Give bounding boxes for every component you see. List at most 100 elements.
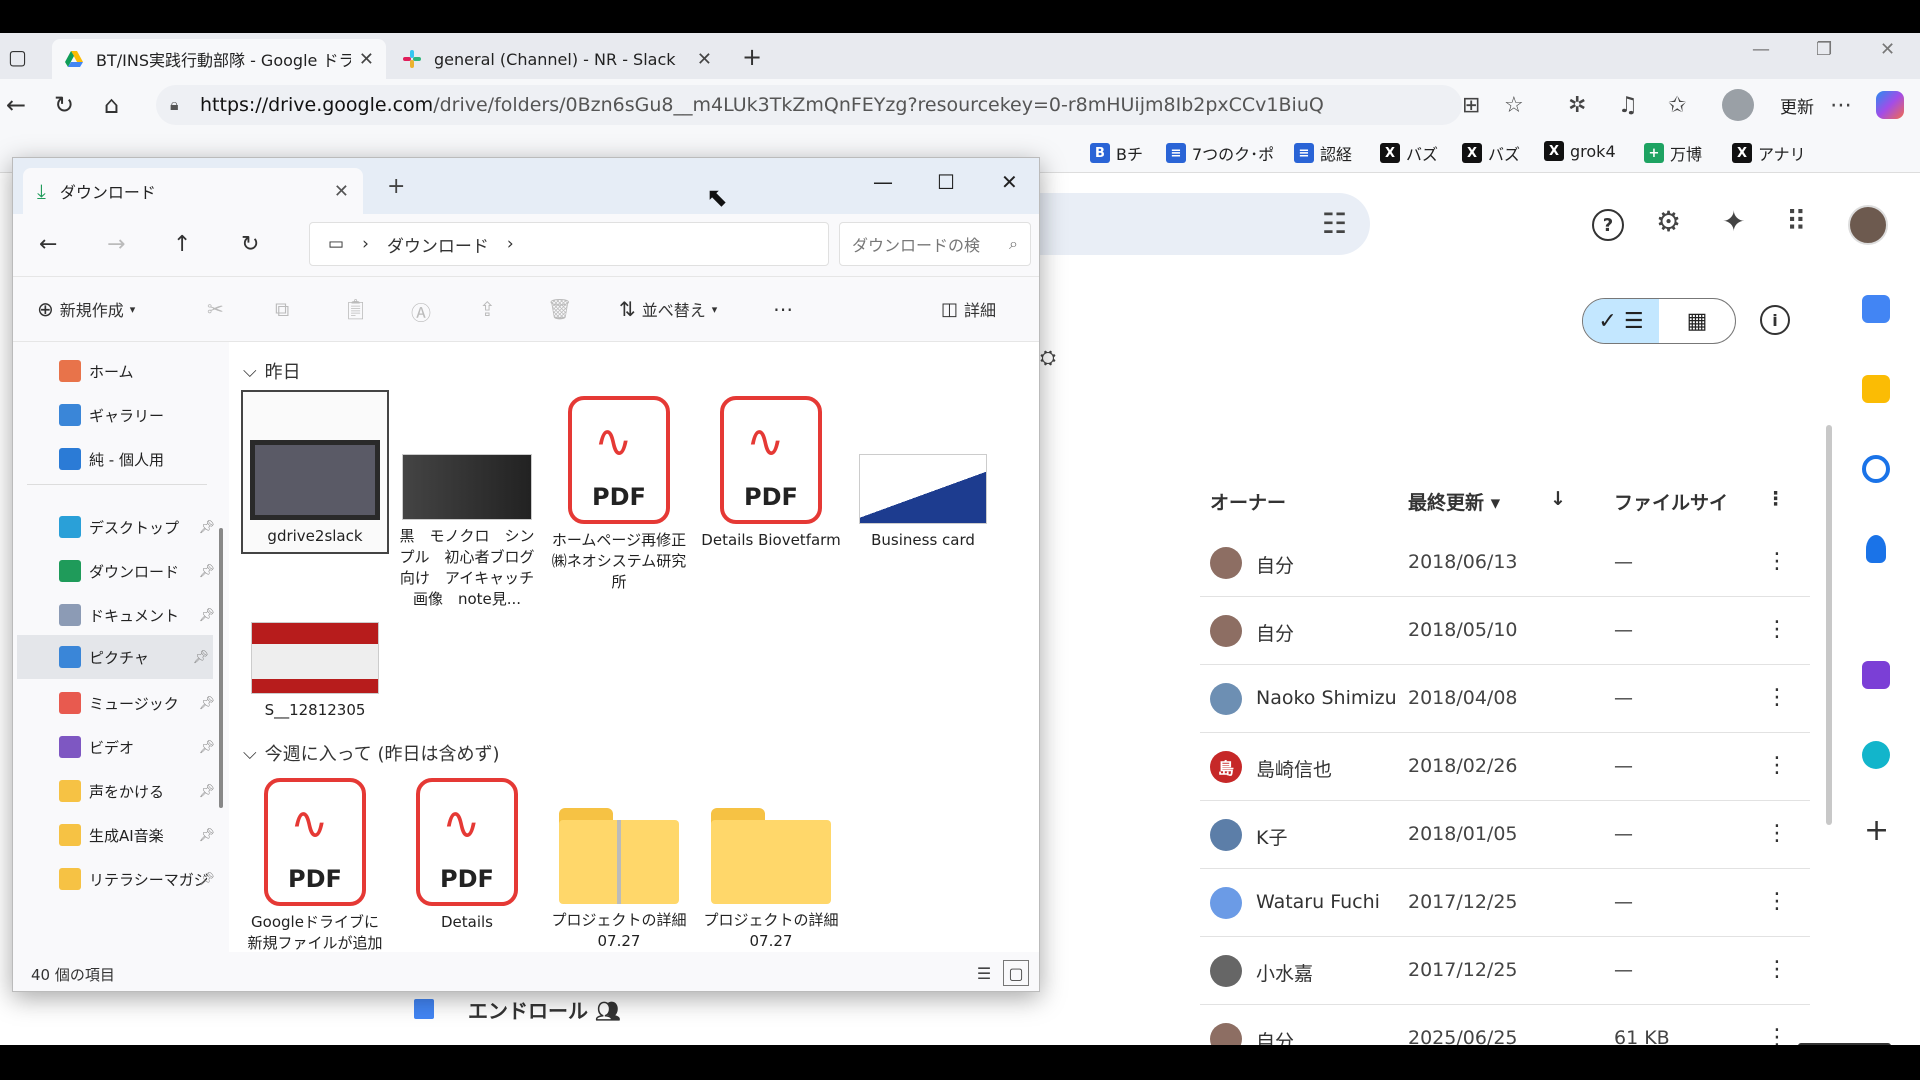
settings-gear-icon[interactable]: ⚙	[1656, 205, 1681, 238]
bookmark-item[interactable]: X バズ	[1462, 141, 1520, 165]
column-options-icon[interactable]: ⋮	[1766, 488, 1785, 510]
favorite-star-icon[interactable]: ☆	[1504, 93, 1524, 118]
nav-item[interactable]: 声をかける 📌︎	[59, 776, 219, 806]
breadcrumb[interactable]: ▭ › ダウンロード ›	[309, 222, 829, 266]
paste-icon[interactable]: 📋︎	[343, 297, 368, 321]
canva-icon[interactable]	[1862, 741, 1890, 769]
info-icon[interactable]: i	[1760, 305, 1790, 335]
tasks-icon[interactable]	[1862, 455, 1890, 483]
table-row[interactable]: K子 2018/01/05 — ⋮	[1200, 801, 1810, 869]
file-item[interactable]: Business card	[849, 454, 997, 551]
nav-item[interactable]: 生成AI音楽 📌︎	[59, 820, 219, 850]
sort-button[interactable]: ⇅ 並べ替え ▾	[619, 297, 717, 321]
explorer-tab-downloads[interactable]: ⤓ ダウンロード ✕	[23, 168, 363, 214]
search-options-icon[interactable]: ☷	[1322, 207, 1347, 240]
gemini-sparkle-icon[interactable]: ✦	[1722, 205, 1745, 238]
sidebar-toggle-icon[interactable]: ▢	[8, 45, 27, 69]
file-item[interactable]: S__12812305	[241, 622, 389, 721]
add-addon-icon[interactable]: +	[1864, 813, 1889, 848]
table-row[interactable]: 自分 2018/05/10 — ⋮	[1200, 597, 1810, 665]
update-button[interactable]: 更新	[1780, 93, 1814, 118]
file-item[interactable]: プロジェクトの詳細 07.27	[697, 808, 845, 952]
minimize-icon[interactable]: —	[1752, 39, 1770, 60]
row-more-icon[interactable]: ⋮	[1766, 549, 1788, 574]
drive-scrollbar[interactable]	[1826, 425, 1832, 825]
nav-item[interactable]: ビデオ 📌︎	[59, 732, 219, 762]
details-view-icon[interactable]: ☰	[971, 960, 997, 986]
more-menu-icon[interactable]: ⋯	[1830, 93, 1852, 118]
drive-search-bar[interactable]	[1040, 193, 1370, 255]
bookmark-item[interactable]: X バズ	[1380, 141, 1438, 165]
group-header-this-week[interactable]: ⌵ 今週に入って (昨日は含めず)	[243, 740, 500, 766]
url-input[interactable]: 🔒︎ https://drive.google.com/drive/folder…	[156, 85, 1462, 125]
bookmark-item[interactable]: Xgrok4	[1544, 141, 1616, 161]
maximize-icon[interactable]: ☐	[937, 170, 955, 194]
breadcrumb-item[interactable]: ダウンロード	[387, 232, 489, 257]
table-row[interactable]: 小水嘉 2017/12/25 — ⋮	[1200, 937, 1810, 1005]
profile-avatar[interactable]	[1722, 89, 1754, 121]
keep-icon[interactable]	[1862, 375, 1890, 403]
group-header-yesterday[interactable]: ⌵ 昨日	[243, 358, 301, 384]
nav-item[interactable]: ホーム	[59, 356, 219, 386]
chatgpt-icon[interactable]	[1862, 661, 1890, 689]
close-tab-icon[interactable]: ✕	[359, 49, 374, 70]
row-more-icon[interactable]: ⋮	[1766, 753, 1788, 778]
search-input[interactable]: ダウンロードの検 ⌕	[839, 222, 1031, 266]
calendar-icon[interactable]	[1862, 295, 1890, 323]
file-item[interactable]: 黒 モノクロ シンプル 初心者ブログ向け アイキャッチ画像 note見...	[393, 454, 541, 610]
share-icon[interactable]: ⇪	[479, 297, 496, 321]
help-icon[interactable]: ?	[1592, 209, 1624, 241]
row-more-icon[interactable]: ⋮	[1766, 821, 1788, 846]
nav-scrollbar[interactable]	[219, 528, 223, 808]
content-scrollbar[interactable]	[1039, 528, 1040, 668]
close-window-icon[interactable]: ✕	[1880, 39, 1895, 60]
bookmark-item[interactable]: X アナリ	[1732, 141, 1806, 165]
tab-google-drive[interactable]: BT/INS実践行動部隊 - Google ドラ ✕	[52, 39, 386, 79]
reload-icon[interactable]: ↻	[54, 91, 74, 119]
grid-view-button[interactable]: ▦	[1659, 299, 1735, 343]
table-row[interactable]: Wataru Fuchi 2017/12/25 — ⋮	[1200, 869, 1810, 937]
close-window-icon[interactable]: ✕	[1001, 170, 1018, 194]
share-people-icon[interactable]: ⛭	[1040, 345, 1056, 369]
account-avatar[interactable]	[1848, 205, 1888, 245]
new-tab-icon[interactable]: +	[387, 174, 405, 199]
nav-item[interactable]: ギャラリー	[59, 400, 219, 430]
file-item[interactable]: gdrive2slack	[241, 390, 389, 554]
table-row[interactable]: 自分 2018/06/13 — ⋮	[1200, 529, 1810, 597]
file-item[interactable]: プロジェクトの詳細 07.27	[545, 808, 693, 952]
column-header-modified[interactable]: 最終更新 ▾	[1408, 488, 1500, 515]
refresh-icon[interactable]: ↻	[241, 232, 259, 257]
minimize-icon[interactable]: —	[873, 170, 893, 194]
favorites-icon[interactable]: ✩	[1668, 93, 1686, 118]
column-header-size[interactable]: ファイルサイ	[1614, 488, 1728, 515]
nav-item[interactable]: 純 - 個人用	[59, 444, 219, 474]
apps-grid-icon[interactable]: ⠿	[1786, 205, 1807, 238]
table-row[interactable]: 島島崎信也 2018/02/26 — ⋮	[1200, 733, 1810, 801]
up-icon[interactable]: ↑	[173, 232, 191, 257]
copy-icon[interactable]: ⧉	[275, 297, 289, 321]
details-button[interactable]: ◫ 詳細	[941, 297, 996, 321]
bookmark-item[interactable]: + 万博	[1644, 141, 1702, 165]
back-icon[interactable]: ←	[39, 232, 57, 257]
row-more-icon[interactable]: ⋮	[1766, 957, 1788, 982]
back-icon[interactable]: ←	[6, 91, 26, 119]
close-tab-icon[interactable]: ✕	[697, 49, 712, 70]
restore-icon[interactable]: ❐	[1816, 39, 1832, 60]
home-icon[interactable]: ⌂	[104, 91, 119, 119]
file-item[interactable]: ∿ PDF Googleドライブに新規ファイルが追加	[241, 778, 389, 954]
more-options-icon[interactable]: ⋯	[773, 297, 793, 321]
file-item[interactable]: ∿ PDF Details	[393, 778, 541, 933]
table-row[interactable]: 自分 2025/06/25 61 KB ⋮	[1200, 1005, 1810, 1045]
nav-item[interactable]: ダウンロード 📌︎	[59, 556, 219, 586]
list-view-button[interactable]: ✓ ☰	[1583, 299, 1659, 343]
forward-icon[interactable]: →	[107, 232, 125, 257]
row-more-icon[interactable]: ⋮	[1766, 1025, 1788, 1045]
extensions-icon[interactable]: ✲	[1568, 93, 1586, 118]
bookmark-item[interactable]: B Bチ	[1090, 141, 1143, 165]
app-icon[interactable]: ⊞	[1462, 93, 1480, 118]
bookmark-item[interactable]: ≡ 認経	[1294, 141, 1352, 165]
delete-icon[interactable]: 🗑︎	[547, 297, 572, 321]
nav-item[interactable]: ドキュメント 📌︎	[59, 600, 219, 630]
read-aloud-icon[interactable]: ♫	[1618, 93, 1638, 118]
large-icons-view-icon[interactable]: ▢	[1003, 960, 1029, 986]
